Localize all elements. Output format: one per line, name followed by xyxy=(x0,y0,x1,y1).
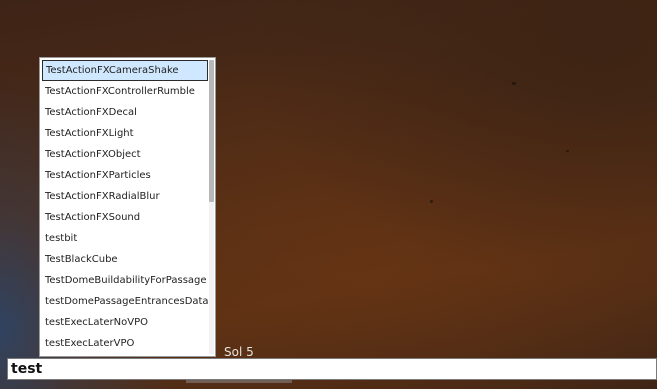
autocomplete-item[interactable]: TestActionFXSound xyxy=(42,207,208,228)
console-input[interactable]: test xyxy=(7,358,657,380)
autocomplete-item[interactable]: TestActionFXObject xyxy=(42,144,208,165)
autocomplete-item[interactable]: TestBlackCube xyxy=(42,249,208,270)
autocomplete-item[interactable]: testDomePassageEntrancesData xyxy=(42,291,209,312)
autocomplete-list: TestActionFXCameraShake TestActionFXCont… xyxy=(42,60,209,354)
autocomplete-item[interactable]: TestActionFXControllerRumble xyxy=(42,81,208,102)
autocomplete-item[interactable]: TestDomeBuildabilityForPassage xyxy=(42,270,208,291)
autocomplete-item[interactable]: TestActionFXRadialBlur xyxy=(42,186,208,207)
dropdown-scrollbar[interactable] xyxy=(209,60,214,354)
ground-rock xyxy=(430,200,433,203)
autocomplete-item[interactable]: testExecLaterNoVPO xyxy=(42,312,208,333)
ground-rock xyxy=(512,82,516,85)
ground-rock xyxy=(566,150,569,152)
sol-counter: Sol 5 xyxy=(224,345,254,359)
scrollbar-thumb[interactable] xyxy=(209,60,214,202)
autocomplete-dropdown[interactable]: TestActionFXCameraShake TestActionFXCont… xyxy=(39,57,216,357)
autocomplete-item[interactable]: TestActionFXLight xyxy=(42,123,208,144)
autocomplete-item[interactable]: testExecLaterVPO xyxy=(42,333,208,354)
autocomplete-item[interactable]: TestActionFXDecal xyxy=(42,102,208,123)
autocomplete-item[interactable]: TestActionFXParticles xyxy=(42,165,208,186)
autocomplete-item[interactable]: TestActionFXCameraShake xyxy=(42,60,208,81)
autocomplete-item[interactable]: testbit xyxy=(42,228,208,249)
